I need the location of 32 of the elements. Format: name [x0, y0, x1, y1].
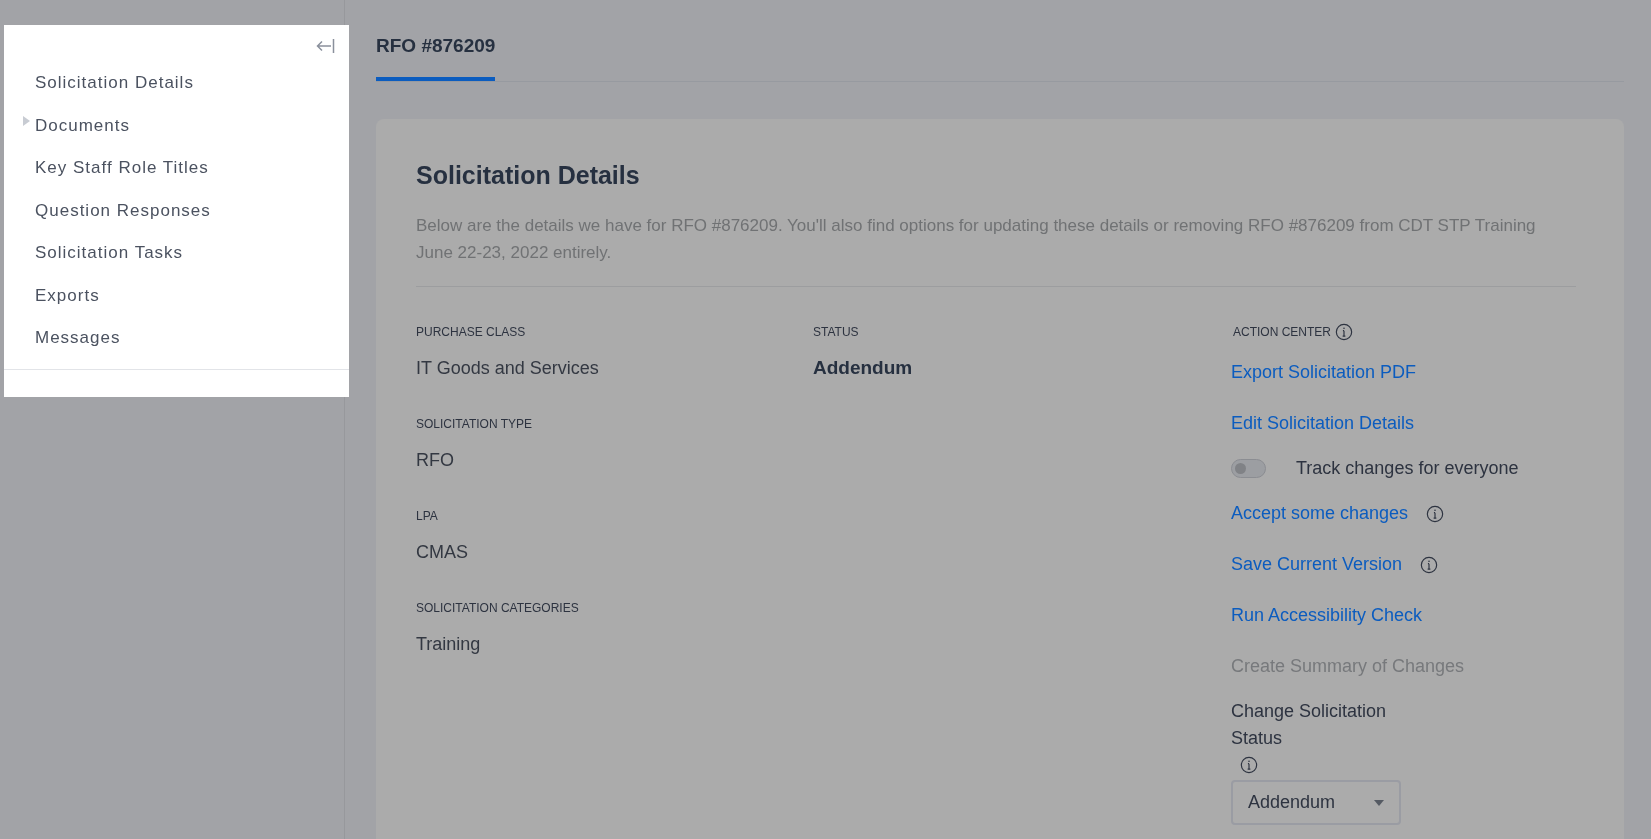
sidebar-item[interactable]: Solicitation Details — [35, 70, 194, 96]
sidebar-item[interactable]: Messages — [35, 325, 121, 351]
card-description: Below are the details we have for RFO #876209. You'll also find options for updating these details or removing RFO #876209 from CDT STP Training June 22-23, 2022 entirely. — [416, 212, 1576, 287]
select-label: Change Solicitation Status — [1231, 700, 1388, 750]
status-value: Addendum — [813, 356, 914, 380]
collapse-sidebar-icon[interactable] — [315, 38, 335, 54]
info-icon — [1420, 555, 1439, 574]
sidebar-item[interactable]: Documents — [35, 112, 130, 138]
expand-icon[interactable] — [23, 115, 30, 126]
toggle-switch[interactable] — [1231, 459, 1266, 478]
caret-icon — [1374, 799, 1384, 806]
toggle-label: Track changes for everyone — [1296, 457, 1519, 480]
page-tab[interactable]: RFO #876209 — [376, 32, 496, 81]
status-select[interactable]: Addendum — [1231, 780, 1401, 825]
field-value: CMAS — [416, 541, 469, 564]
field-label: LPA — [416, 508, 439, 525]
sidebar-item[interactable]: Exports — [35, 282, 100, 308]
field-value: RFO — [416, 449, 455, 472]
section-label: ACTION CENTER — [1233, 324, 1331, 341]
field-label: PURCHASE CLASS — [416, 324, 527, 341]
sidebar-item[interactable]: Question Responses — [35, 197, 211, 223]
info-icon — [1426, 504, 1445, 523]
field-value: Training — [416, 633, 482, 656]
info-icon — [1335, 323, 1353, 341]
field-label: SOLICITATION TYPE — [416, 416, 534, 433]
sidebar-item[interactable]: Key Staff Role Titles — [35, 155, 209, 181]
field-label: STATUS — [813, 324, 860, 341]
sidebar-item[interactable]: Solicitation Tasks — [35, 240, 184, 266]
card-title: Solicitation Details — [416, 159, 641, 191]
field-label: SOLICITATION CATEGORIES — [416, 600, 580, 617]
field-value: IT Goods and Services — [416, 357, 600, 380]
info-icon — [1240, 756, 1258, 774]
